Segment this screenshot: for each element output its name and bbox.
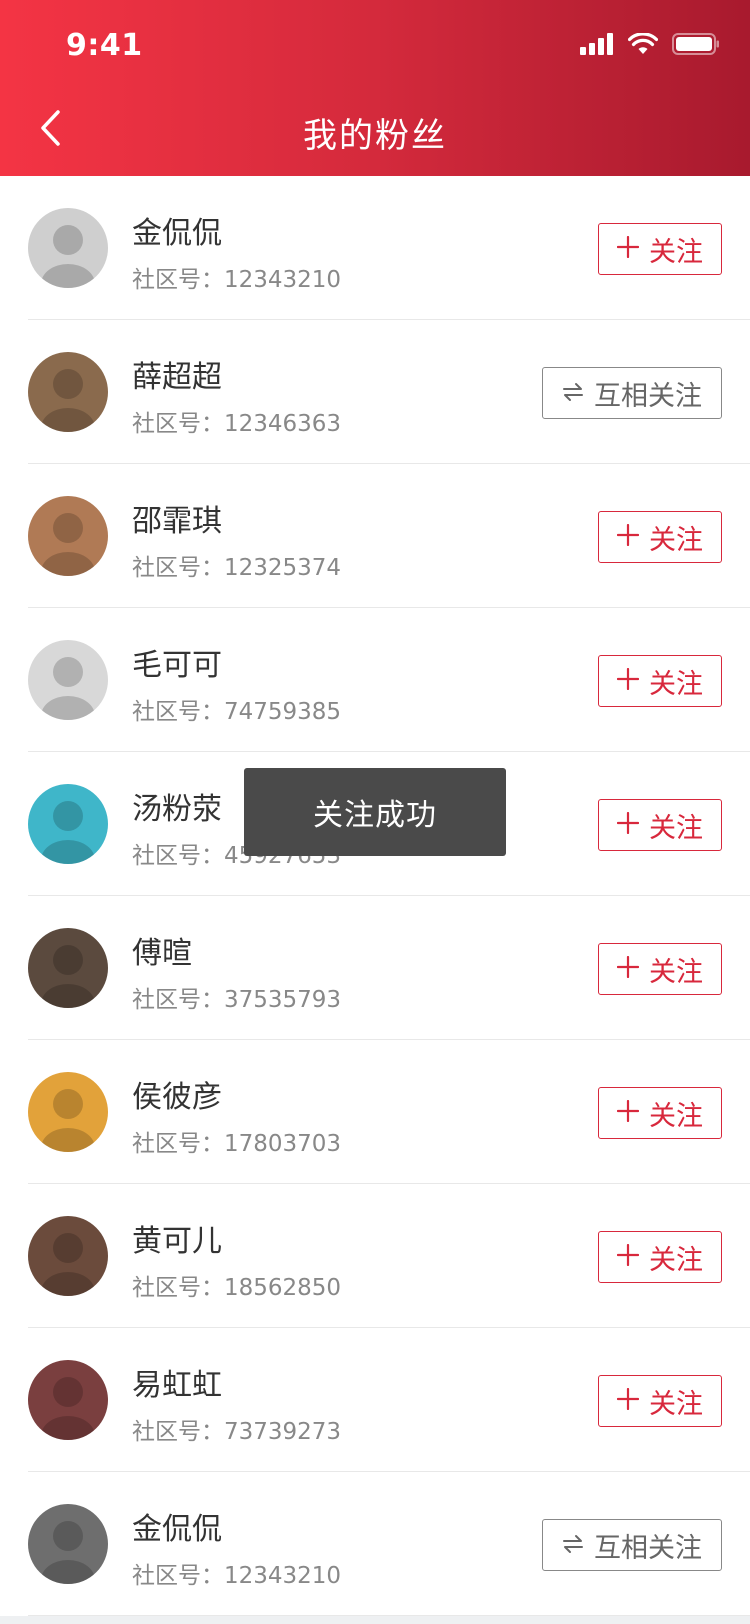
- fan-name: 毛可可: [132, 648, 222, 683]
- toast-message: 关注成功: [244, 768, 506, 856]
- fans-list: 金侃侃 社区号：12343210 关注 薛超超 社区号：12346363 互相关注 邵霏琪社…: [0, 176, 750, 1616]
- app-header: 9:41 我的粉丝: [0, 0, 750, 176]
- button-label: 关注: [649, 1244, 703, 1276]
- follow-button[interactable]: 关注: [598, 655, 722, 707]
- fan-name: 侯彼彦: [132, 1080, 222, 1115]
- fan-row[interactable]: 黄可儿社区号：18562850 关注: [0, 1184, 750, 1328]
- community-id: 社区号：12346363: [132, 411, 342, 437]
- community-id: 社区号：12325374: [132, 555, 342, 581]
- fan-name: 汤粉荥: [132, 792, 222, 827]
- avatar[interactable]: [28, 1072, 108, 1152]
- button-label: 关注: [649, 1388, 703, 1420]
- follow-button[interactable]: 关注: [598, 511, 722, 563]
- follow-button[interactable]: 关注: [598, 943, 722, 995]
- status-icons: [580, 32, 720, 59]
- community-id: 社区号：18562850: [132, 1275, 342, 1301]
- status-time: 9:41: [66, 28, 143, 63]
- community-id: 社区号：73739273: [132, 1419, 342, 1445]
- follow-button[interactable]: 关注: [598, 223, 722, 275]
- button-label: 关注: [649, 812, 703, 844]
- community-id: 社区号：12343210: [132, 267, 342, 293]
- fan-name: 金侃侃: [132, 216, 222, 251]
- fan-row[interactable]: 傅暄社区号：37535793 关注: [0, 896, 750, 1040]
- avatar[interactable]: [28, 1360, 108, 1440]
- fan-name: 易虹虹: [132, 1368, 222, 1403]
- plus-icon: [616, 1242, 640, 1272]
- button-label: 关注: [649, 524, 703, 556]
- plus-icon: [616, 1098, 640, 1128]
- follow-button[interactable]: 关注: [598, 1375, 722, 1427]
- fan-row[interactable]: 邵霏琪社区号：12325374 关注: [0, 464, 750, 608]
- signal-icon: [580, 33, 614, 59]
- bottom-bar: [0, 1616, 750, 1624]
- fan-name: 黄可儿: [132, 1224, 222, 1259]
- fan-name: 薛超超: [132, 360, 222, 395]
- follow-button[interactable]: 关注: [598, 1087, 722, 1139]
- plus-icon: [616, 954, 640, 984]
- exchange-icon: [562, 1530, 584, 1560]
- avatar[interactable]: [28, 496, 108, 576]
- wifi-icon: [627, 32, 659, 59]
- button-label: 关注: [649, 956, 703, 988]
- community-id: 社区号：17803703: [132, 1131, 342, 1157]
- plus-icon: [616, 522, 640, 552]
- avatar[interactable]: [28, 640, 108, 720]
- fan-row[interactable]: 金侃侃社区号：12343210 互相关注: [0, 1472, 750, 1616]
- fan-row[interactable]: 易虹虹社区号：73739273 关注: [0, 1328, 750, 1472]
- exchange-icon: [562, 378, 584, 408]
- avatar[interactable]: [28, 1504, 108, 1584]
- follow-button[interactable]: 关注: [598, 799, 722, 851]
- avatar[interactable]: [28, 784, 108, 864]
- avatar[interactable]: [28, 208, 108, 288]
- battery-icon: [672, 33, 720, 59]
- community-id: 社区号：12343210: [132, 1563, 342, 1589]
- follow-button[interactable]: 关注: [598, 1231, 722, 1283]
- button-label: 关注: [649, 236, 703, 268]
- plus-icon: [616, 234, 640, 264]
- fan-name: 邵霏琪: [132, 504, 222, 539]
- fan-row[interactable]: 薛超超社区号：12346363 互相关注: [0, 320, 750, 464]
- fan-row[interactable]: 毛可可社区号：74759385 关注: [0, 608, 750, 752]
- button-label: 关注: [649, 668, 703, 700]
- button-label: 关注: [649, 1100, 703, 1132]
- avatar[interactable]: [28, 1216, 108, 1296]
- plus-icon: [616, 810, 640, 840]
- fan-row[interactable]: 侯彼彦社区号：17803703 关注: [0, 1040, 750, 1184]
- fan-row[interactable]: 金侃侃社区号：12343210 关注: [0, 176, 750, 320]
- page-title: 我的粉丝: [303, 116, 447, 156]
- avatar[interactable]: [28, 928, 108, 1008]
- button-label: 互相关注: [594, 1532, 702, 1564]
- avatar[interactable]: [28, 352, 108, 432]
- plus-icon: [616, 666, 640, 696]
- mutual-follow-button[interactable]: 互相关注: [542, 367, 722, 419]
- community-id: 社区号：74759385: [132, 699, 342, 725]
- fan-name: 金侃侃: [132, 1512, 222, 1547]
- mutual-follow-button[interactable]: 互相关注: [542, 1519, 722, 1571]
- plus-icon: [616, 1386, 640, 1416]
- button-label: 互相关注: [594, 380, 702, 412]
- fan-name: 傅暄: [132, 936, 192, 971]
- community-id: 社区号：37535793: [132, 987, 342, 1013]
